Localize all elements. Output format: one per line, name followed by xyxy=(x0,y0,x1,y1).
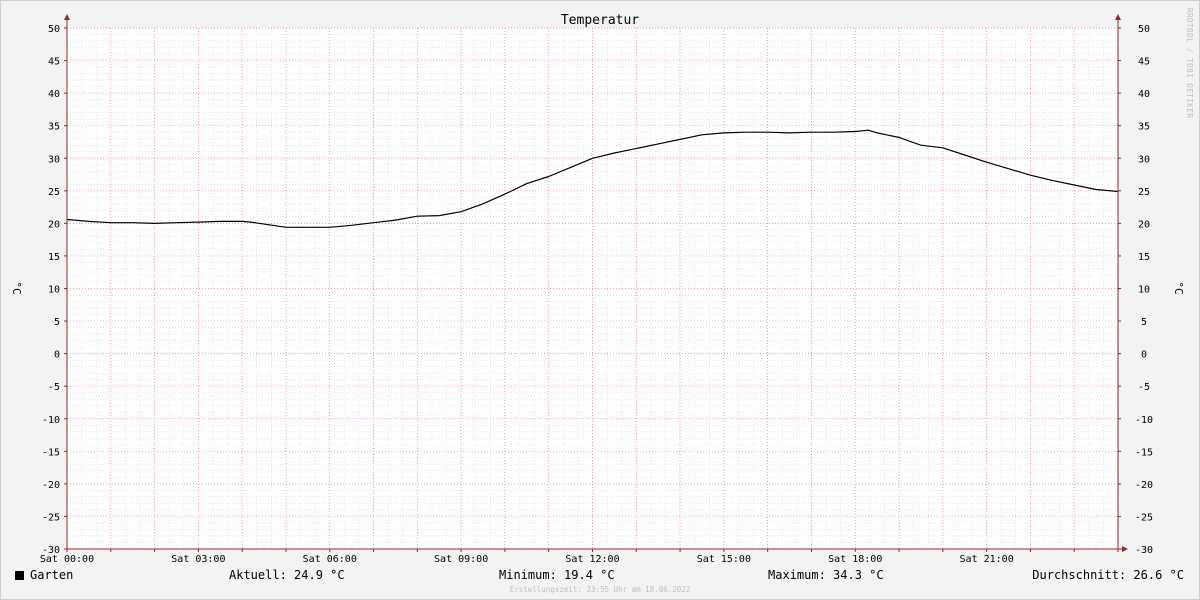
y-tick-label-left: 40 xyxy=(48,89,60,100)
y-tick-label-left: 10 xyxy=(48,285,60,296)
y-tick-label-right: 50 xyxy=(1138,24,1150,35)
x-tick-label: Sat 15:00 xyxy=(697,554,751,565)
footer-timestamp: Erstellungszeit: 23:55 Uhr am 18.06.2022 xyxy=(509,585,691,594)
y-tick-label-right: -20 xyxy=(1135,480,1153,491)
x-tick-label: Sat 00:00 xyxy=(40,554,94,565)
y-tick-label-right: 0 xyxy=(1141,350,1147,361)
y-axis-left-arrow xyxy=(64,14,70,20)
legend-series-name: Garten xyxy=(30,568,74,582)
chart-title: Temperatur xyxy=(561,13,639,28)
legend-swatch-garten xyxy=(15,571,24,580)
y-tick-label-left: -20 xyxy=(42,480,60,491)
y-tick-label-right: 10 xyxy=(1138,285,1150,296)
legend-current: Aktuell: 24.9 °C xyxy=(229,568,345,582)
y-tick-label-right: -25 xyxy=(1135,512,1153,523)
y-tick-label-right: 15 xyxy=(1138,252,1150,263)
y-tick-label-right: 45 xyxy=(1138,57,1150,68)
x-axis-arrow xyxy=(1122,546,1128,552)
temperature-chart: 50 5045 4540 4035 3530 3025 2520 2015 1510 105 50 0… xyxy=(10,8,1194,565)
y-tick-label-left: -25 xyxy=(42,512,60,523)
y-axis-label-right: °C xyxy=(1172,281,1185,294)
y-tick-label-right: 20 xyxy=(1138,219,1150,230)
y-tick-label-right: -15 xyxy=(1135,447,1153,458)
y-axis-label-left: °C xyxy=(10,281,23,294)
y-tick-label-left: 0 xyxy=(54,350,60,361)
legend-maximum: Maximum: 34.3 °C xyxy=(768,568,884,582)
y-tick-label-right: 40 xyxy=(1138,89,1150,100)
x-tick-label: Sat 03:00 xyxy=(171,554,225,565)
watermark: RRDTOOL / TOBI OETIKER xyxy=(1185,8,1194,118)
y-tick-label-left: 50 xyxy=(48,24,60,35)
x-tick-label: Sat 18:00 xyxy=(828,554,882,565)
y-tick-label-right: 30 xyxy=(1138,154,1150,165)
y-tick-label-left: 25 xyxy=(48,187,60,198)
y-tick-label-left: 5 xyxy=(54,317,60,328)
y-tick-label-left: 20 xyxy=(48,219,60,230)
y-tick-label-right: 35 xyxy=(1138,122,1150,133)
legend-minimum: Minimum: 19.4 °C xyxy=(499,568,615,582)
y-tick-label-right: 25 xyxy=(1138,187,1150,198)
y-tick-label-left: 45 xyxy=(48,57,60,68)
x-tick-label: Sat 12:00 xyxy=(565,554,619,565)
y-tick-label-right: -30 xyxy=(1135,545,1153,556)
y-tick-label-left: 30 xyxy=(48,154,60,165)
x-tick-label: Sat 09:00 xyxy=(434,554,488,565)
x-tick-label: Sat 06:00 xyxy=(303,554,357,565)
legend-average: Durchschnitt: 26.6 °C xyxy=(1032,568,1184,582)
y-tick-label-left: -5 xyxy=(48,382,60,393)
x-tick-label: Sat 21:00 xyxy=(960,554,1014,565)
y-tick-label-left: 15 xyxy=(48,252,60,263)
y-tick-label-right: 5 xyxy=(1141,317,1147,328)
y-tick-label-left: -15 xyxy=(42,447,60,458)
y-tick-label-left: -10 xyxy=(42,415,60,426)
y-tick-label-right: -10 xyxy=(1135,415,1153,426)
y-tick-label-right: -5 xyxy=(1138,382,1150,393)
y-axis-right-arrow xyxy=(1115,14,1121,20)
y-tick-label-left: 35 xyxy=(48,122,60,133)
